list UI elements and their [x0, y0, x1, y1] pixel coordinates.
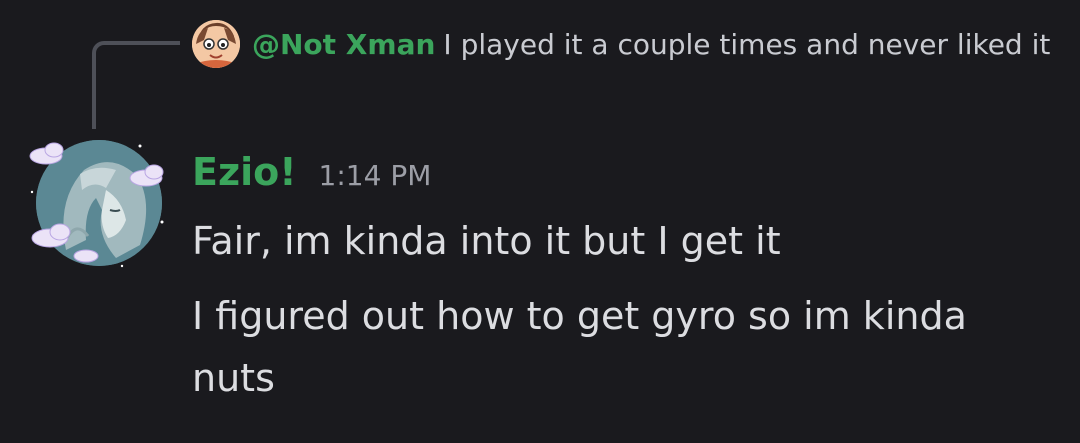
author-avatar-container[interactable] — [22, 132, 172, 272]
message-text[interactable]: Fair, im kinda into it but I get it — [192, 210, 1052, 272]
author-name[interactable]: Ezio! — [192, 150, 297, 194]
message-header: Ezio! 1:14 PM — [192, 150, 431, 202]
reply-content: I played it a couple times and never lik… — [443, 28, 1051, 61]
message-group: @Not Xman I played it a couple times and … — [0, 0, 1080, 443]
message-text[interactable]: I figured out how to get gyro so im kind… — [192, 285, 1052, 409]
message-timestamp[interactable]: 1:14 PM — [319, 159, 432, 192]
avatar-decoration — [29, 142, 164, 268]
reply-preview[interactable]: @Not Xman I played it a couple times and … — [192, 20, 1052, 70]
reply-author[interactable]: @Not Xman — [252, 28, 435, 61]
reply-connector — [92, 41, 180, 129]
